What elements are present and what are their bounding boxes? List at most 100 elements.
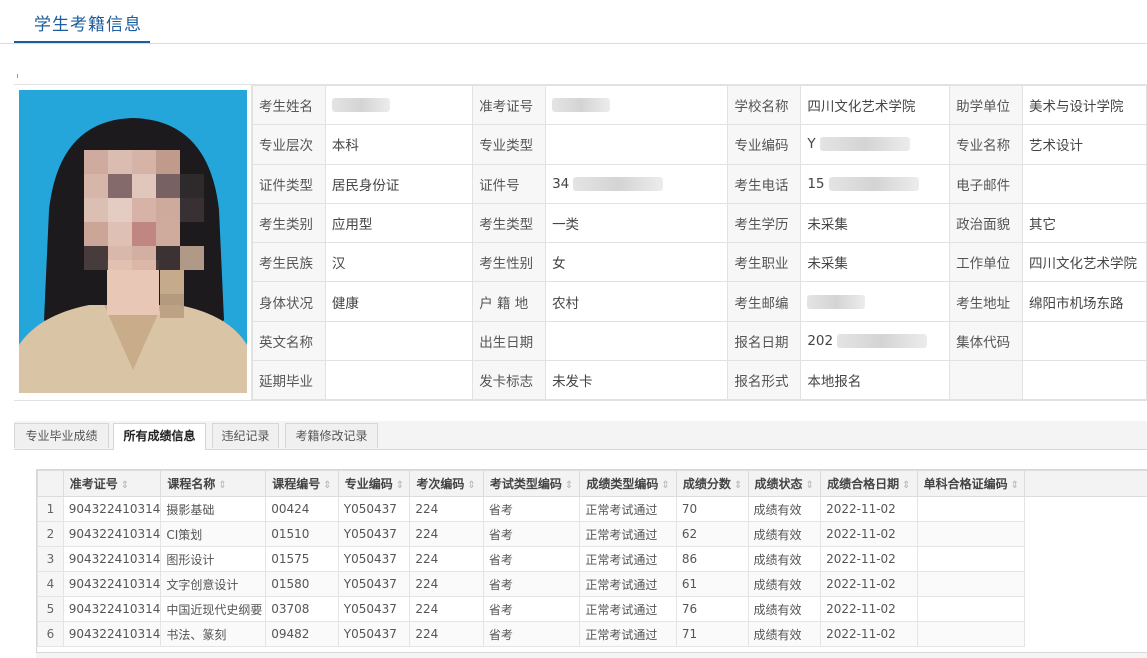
table-cell: 904322410314 bbox=[63, 597, 161, 622]
tab-all-scores[interactable]: 所有成绩信息 bbox=[113, 423, 206, 450]
info-label: 户 籍 地 bbox=[473, 282, 546, 321]
info-value bbox=[1022, 361, 1146, 400]
table-cell: 省考 bbox=[483, 497, 580, 522]
table-cell: 摄影基础 bbox=[161, 497, 266, 522]
title-underline bbox=[14, 41, 150, 43]
table-cell: Y050437 bbox=[338, 522, 410, 547]
row-number: 3 bbox=[38, 547, 64, 572]
info-row: 考生类别应用型考生类型一类考生学历未采集政治面貌其它 bbox=[253, 203, 1147, 242]
info-value-text: 未采集 bbox=[807, 217, 848, 233]
info-value: 汉 bbox=[325, 243, 472, 282]
info-value: 艺术设计 bbox=[1022, 125, 1146, 164]
sort-icon[interactable]: ⇕ bbox=[1011, 480, 1019, 491]
table-cell: 成绩有效 bbox=[748, 572, 821, 597]
column-header[interactable]: 专业编码⇕ bbox=[338, 471, 410, 497]
info-row: 身体状况健康户 籍 地农村考生邮编考生地址绵阳市机场东路 bbox=[253, 282, 1147, 321]
column-header[interactable]: 考次编码⇕ bbox=[410, 471, 483, 497]
table-cell bbox=[917, 572, 1025, 597]
info-value-text: 其它 bbox=[1029, 217, 1056, 233]
info-label: 身体状况 bbox=[253, 282, 326, 321]
info-label: 考生职业 bbox=[728, 243, 801, 282]
table-cell: 2022-11-02 bbox=[821, 547, 918, 572]
column-header[interactable]: 考试类型编码⇕ bbox=[483, 471, 580, 497]
column-header[interactable]: 单科合格证编码⇕ bbox=[917, 471, 1025, 497]
table-cell: 904322410314 bbox=[63, 622, 161, 647]
table-cell: 71 bbox=[676, 622, 748, 647]
column-header[interactable]: 准考证号⇕ bbox=[63, 471, 161, 497]
table-row[interactable]: 2904322410314CI策划01510Y050437224省考正常考试通过… bbox=[38, 522, 1147, 547]
info-label: 学校名称 bbox=[728, 86, 801, 125]
column-header-label: 准考证号 bbox=[70, 477, 118, 491]
table-row[interactable]: 3904322410314图形设计01575Y050437224省考正常考试通过… bbox=[38, 547, 1147, 572]
tab-discipline-records[interactable]: 违纪记录 bbox=[212, 423, 279, 448]
table-cell: 中国近现代史纲要 bbox=[161, 597, 266, 622]
info-label: 考生邮编 bbox=[728, 282, 801, 321]
table-cell bbox=[917, 497, 1025, 522]
info-value bbox=[325, 86, 472, 125]
table-cell: 省考 bbox=[483, 572, 580, 597]
table-cell: 00424 bbox=[266, 497, 339, 522]
table-cell: 成绩有效 bbox=[748, 522, 821, 547]
info-value bbox=[1022, 164, 1146, 203]
info-value-text: 本地报名 bbox=[807, 374, 861, 390]
info-label: 延期毕业 bbox=[253, 361, 326, 400]
redacted-mask bbox=[837, 334, 927, 348]
column-header-label: 单科合格证编码 bbox=[924, 477, 1008, 491]
row-filler bbox=[1025, 547, 1147, 572]
sort-icon[interactable]: ⇕ bbox=[565, 480, 573, 491]
info-value: 一类 bbox=[546, 203, 728, 242]
portrait-image bbox=[19, 90, 247, 393]
sort-icon[interactable]: ⇕ bbox=[396, 480, 404, 491]
table-cell: Y050437 bbox=[338, 547, 410, 572]
column-header[interactable]: 课程名称⇕ bbox=[161, 471, 266, 497]
column-header[interactable]: 成绩类型编码⇕ bbox=[580, 471, 677, 497]
info-label: 准考证号 bbox=[473, 86, 546, 125]
info-table: 考生姓名准考证号学校名称四川文化艺术学院助学单位美术与设计学院专业层次本科专业类… bbox=[252, 85, 1147, 400]
info-label: 出生日期 bbox=[473, 321, 546, 360]
page-header: 学生考籍信息 bbox=[0, 0, 1147, 44]
info-label: 考生姓名 bbox=[253, 86, 326, 125]
sort-icon[interactable]: ⇕ bbox=[806, 480, 814, 491]
info-row: 证件类型居民身份证证件号34考生电话15电子邮件 bbox=[253, 164, 1147, 203]
table-cell: 省考 bbox=[483, 597, 580, 622]
info-value bbox=[546, 86, 728, 125]
column-header[interactable]: 课程编号⇕ bbox=[266, 471, 339, 497]
sort-icon[interactable]: ⇕ bbox=[902, 480, 910, 491]
student-photo bbox=[19, 90, 247, 393]
sort-icon[interactable]: ⇕ bbox=[323, 480, 331, 491]
tab-major-graduation-scores[interactable]: 专业毕业成绩 bbox=[14, 423, 109, 448]
table-row[interactable]: 5904322410314中国近现代史纲要03708Y050437224省考正常… bbox=[38, 597, 1147, 622]
table-row[interactable]: 6904322410314书法、篆刻09482Y050437224省考正常考试通… bbox=[38, 622, 1147, 647]
table-cell: 86 bbox=[676, 547, 748, 572]
sort-icon[interactable]: ⇕ bbox=[661, 480, 669, 491]
info-value: 居民身份证 bbox=[325, 164, 472, 203]
sort-icon[interactable]: ⇕ bbox=[734, 480, 742, 491]
redacted-mask bbox=[332, 98, 390, 112]
column-header[interactable]: 成绩状态⇕ bbox=[748, 471, 821, 497]
info-value bbox=[1022, 321, 1146, 360]
column-header[interactable]: 成绩合格日期⇕ bbox=[821, 471, 918, 497]
table-cell: 01510 bbox=[266, 522, 339, 547]
info-value-text: 应用型 bbox=[332, 217, 373, 233]
table-cell: 224 bbox=[410, 622, 483, 647]
info-value-text: 15 bbox=[807, 176, 824, 192]
sort-icon[interactable]: ⇕ bbox=[467, 480, 475, 491]
table-cell: 01580 bbox=[266, 572, 339, 597]
column-header-label: 课程名称 bbox=[167, 477, 215, 491]
table-row[interactable]: 4904322410314文字创意设计01580Y050437224省考正常考试… bbox=[38, 572, 1147, 597]
info-value-text: 202 bbox=[807, 333, 833, 349]
info-label: 考生学历 bbox=[728, 203, 801, 242]
info-value-text: 美术与设计学院 bbox=[1029, 99, 1124, 115]
info-value-text: 34 bbox=[552, 176, 569, 192]
tab-record-modifications[interactable]: 考籍修改记录 bbox=[285, 423, 378, 448]
column-header[interactable]: 成绩分数⇕ bbox=[676, 471, 748, 497]
pager-bar bbox=[36, 652, 1147, 658]
sort-icon[interactable]: ⇕ bbox=[121, 480, 129, 491]
info-value-text: 健康 bbox=[332, 296, 359, 312]
info-value-text: 未发卡 bbox=[552, 374, 593, 390]
table-cell: 省考 bbox=[483, 547, 580, 572]
column-header-label: 成绩类型编码 bbox=[586, 477, 658, 491]
table-row[interactable]: 1904322410314摄影基础00424Y050437224省考正常考试通过… bbox=[38, 497, 1147, 522]
info-row: 考生姓名准考证号学校名称四川文化艺术学院助学单位美术与设计学院 bbox=[253, 86, 1147, 125]
sort-icon[interactable]: ⇕ bbox=[218, 480, 226, 491]
